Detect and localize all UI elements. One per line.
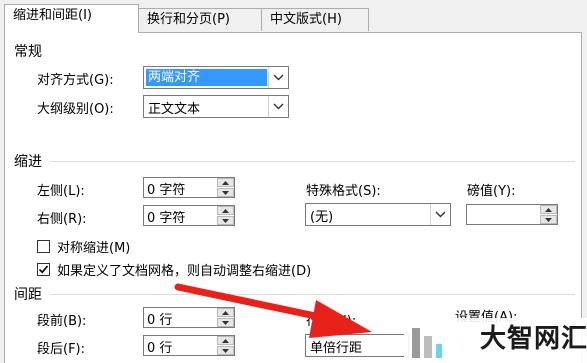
tab-line-page-breaks[interactable]: 换行和分页(P) [138,8,262,31]
alignment-selection: 两端对齐 [146,69,267,86]
spacing-after-value: 0 行 [147,341,173,356]
tab-indents-spacing[interactable]: 缩进和间距(I) [4,4,139,33]
spin-down-icon[interactable] [217,318,234,327]
spin-up-icon[interactable] [217,336,234,345]
outline-level-select[interactable]: 正文文本 [143,95,289,118]
spacing-before-label: 段前(B): [37,314,87,329]
indent-divider [50,161,575,162]
line-spacing-value: 单倍行距 [310,341,363,356]
tab-chinese-typography[interactable]: 中文版式(H) [261,8,369,31]
indent-by-label: 磅值(Y): [467,184,516,199]
alignment-label: 对齐方式(G): [37,73,114,88]
spin-up-icon[interactable] [217,308,234,317]
spin-up-icon[interactable] [217,206,234,215]
tab-label: 缩进和间距(I) [13,8,92,23]
indent-by-stepper[interactable] [466,204,558,225]
special-indent-value: (无) [310,210,334,225]
general-section-title: 常规 [14,44,42,60]
spacing-after-label: 段后(F): [37,342,86,357]
spacing-after-stepper[interactable]: 0 行 [143,335,235,356]
indent-right-value: 0 字符 [147,211,186,226]
alignment-select[interactable]: 两端对齐 [143,66,289,89]
mirror-indents-label: 对称缩进(M) [57,241,131,256]
line-spacing-label: 行距(N): [306,314,357,329]
watermark-text: 大智网汇 [480,324,587,354]
indent-section-title: 缩进 [14,154,42,170]
spin-up-icon[interactable] [217,178,234,187]
tab-label: 中文版式(H) [270,12,342,27]
watermark-logo-icon [412,328,442,358]
mirror-indents-checkbox[interactable] [37,240,50,253]
spin-up-icon[interactable] [540,205,557,214]
special-indent-label: 特殊格式(S): [306,184,381,199]
indent-right-stepper[interactable]: 0 字符 [143,205,235,226]
indent-right-label: 右侧(R): [37,212,87,227]
spin-down-icon[interactable] [217,216,234,225]
outline-level-value: 正文文本 [148,102,201,117]
indent-left-value: 0 字符 [147,183,186,198]
spin-down-icon[interactable] [540,215,557,224]
spin-down-icon[interactable] [217,188,234,197]
tab-strip: 换行和分页(P) 中文版式(H) 缩进和间距(I) [0,0,587,33]
line-spacing-select[interactable]: 单倍行距 [305,334,409,357]
checkmark-icon [38,265,49,274]
spacing-before-value: 0 行 [147,313,173,328]
indent-left-label: 左侧(L): [37,184,85,199]
chevron-down-icon[interactable] [268,96,288,117]
tab-label: 换行和分页(P) [147,12,230,27]
chevron-down-icon[interactable] [430,204,450,225]
chevron-down-icon[interactable] [268,67,288,88]
indent-left-stepper[interactable]: 0 字符 [143,177,235,198]
spacing-before-stepper[interactable]: 0 行 [143,307,235,328]
spacing-section-title: 间距 [14,287,42,303]
alignment-value: 两端对齐 [148,70,201,85]
spacing-divider [50,294,575,295]
outline-level-label: 大纲级别(O): [37,102,114,117]
auto-adjust-indent-label: 如果定义了文档网格，则自动调整右缩进(D) [57,264,312,279]
auto-adjust-indent-checkbox[interactable] [37,263,50,276]
spin-down-icon[interactable] [217,346,234,355]
special-indent-select[interactable]: (无) [305,203,451,226]
